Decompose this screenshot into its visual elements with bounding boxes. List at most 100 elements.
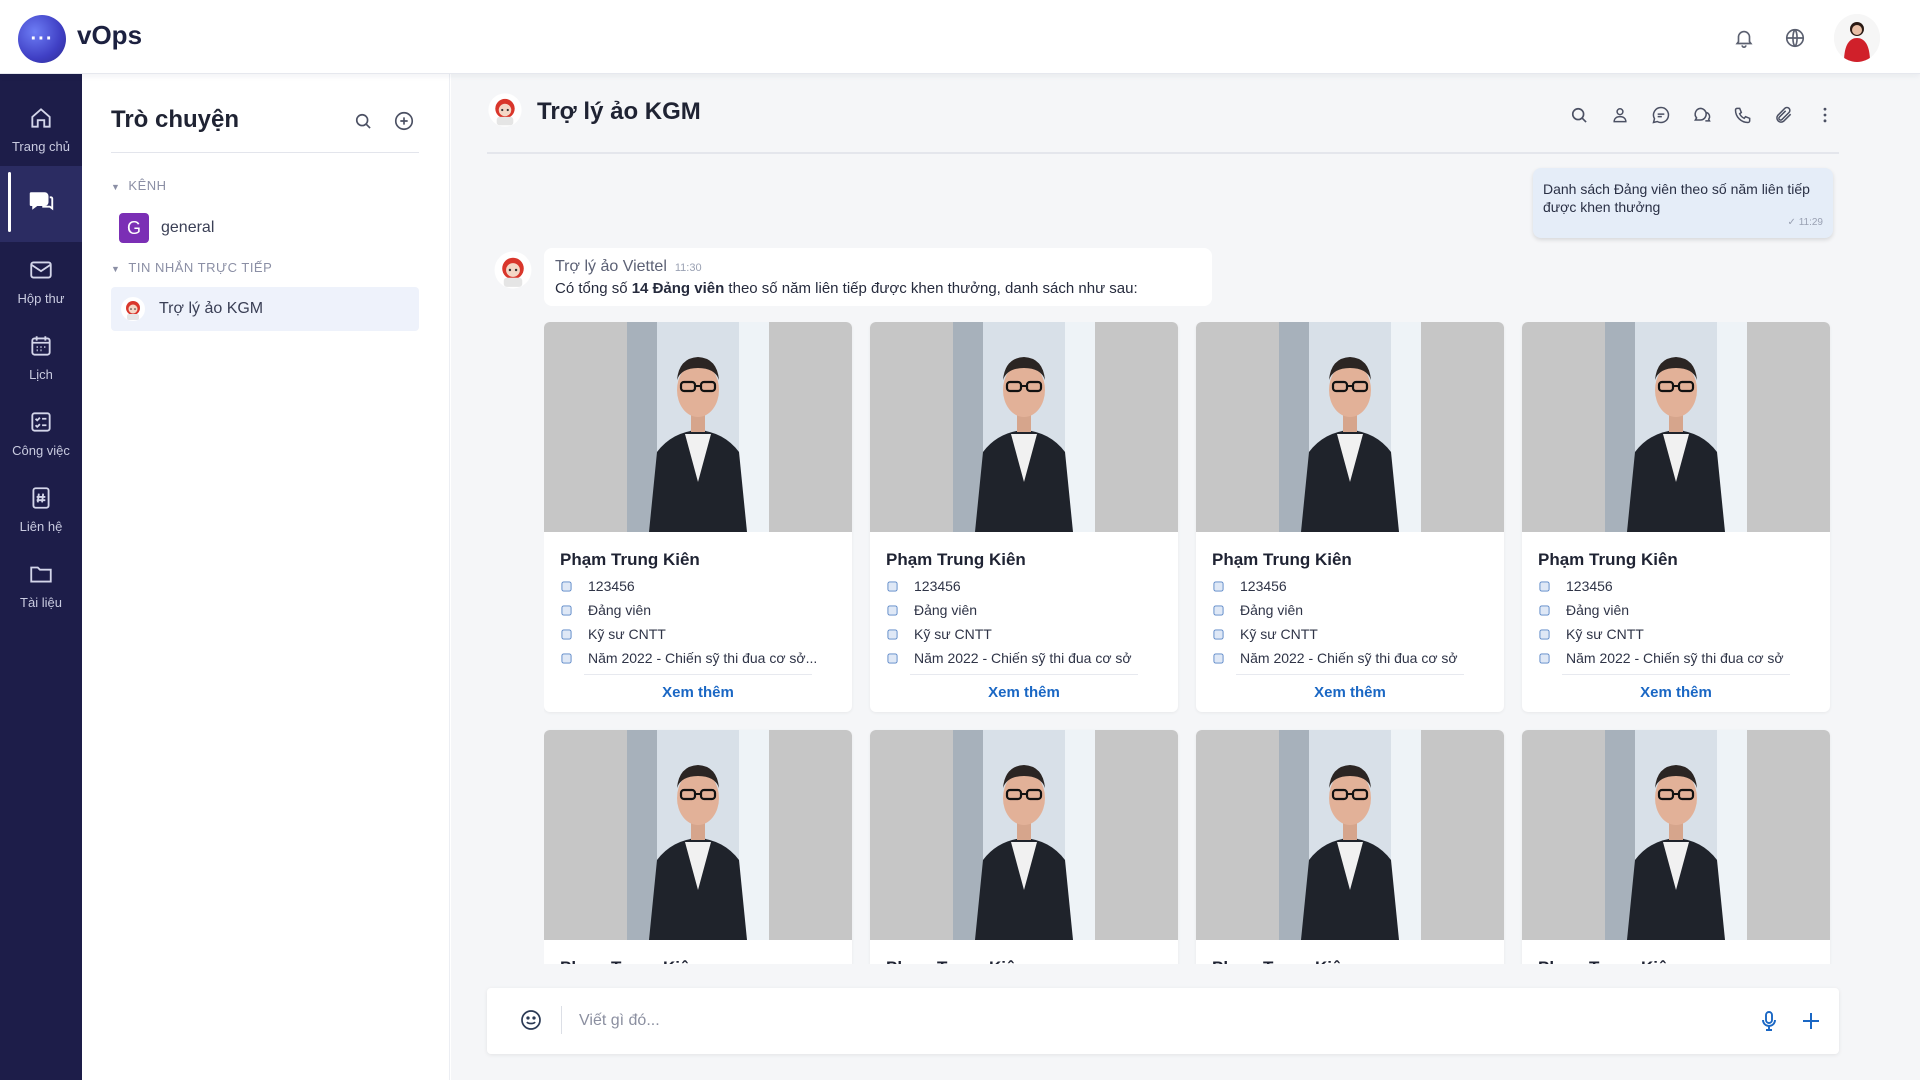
incoming-message[interactable]: Trợ lý ảo Viettel 11:30 Có tổng số 14 Đản… <box>544 248 1212 306</box>
channel-badge: G <box>119 213 149 243</box>
card-divider <box>1236 674 1464 675</box>
id-icon <box>1538 580 1550 592</box>
discussion-icon[interactable] <box>1689 102 1715 128</box>
member-card[interactable]: Phạm Trung Kiên123456Đảng viênKỹ sư CNTT… <box>1522 730 1830 964</box>
member-award: Năm 2022 - Chiến sỹ thi đua cơ sở <box>886 650 1166 666</box>
nav-calendar[interactable]: Lịch <box>0 318 82 394</box>
member-name: Phạm Trung Kiên <box>560 958 700 964</box>
member-name: Phạm Trung Kiên <box>886 550 1026 569</box>
more-vertical-icon[interactable] <box>1812 102 1838 128</box>
bot-avatar-icon <box>119 295 147 323</box>
chat-bubble-icon[interactable] <box>1648 102 1674 128</box>
award-icon <box>1538 652 1550 664</box>
member-id: 123456 <box>560 578 840 594</box>
chat-title: Trợ lý ảo KGM <box>537 98 701 125</box>
see-more-link[interactable]: Xem thêm <box>1522 684 1830 701</box>
nav-documents[interactable]: Tài liệu <box>0 546 82 622</box>
globe-icon[interactable] <box>1781 24 1809 52</box>
id-icon <box>886 580 898 592</box>
add-attachment-icon[interactable] <box>1799 1009 1823 1033</box>
member-role-value: Đảng viên <box>1240 602 1304 618</box>
bot-avatar-icon <box>487 92 523 128</box>
app-logo[interactable]: ··· <box>18 15 66 63</box>
user-avatar[interactable] <box>1834 14 1880 62</box>
section-channels-label: KÊNH <box>128 178 167 193</box>
nav-contacts[interactable]: Liên hệ <box>0 470 82 546</box>
emoji-icon[interactable] <box>519 1008 543 1032</box>
member-card[interactable]: Phạm Trung Kiên123456Đảng viênKỹ sư CNTT… <box>1196 322 1504 712</box>
sidebar-item-label: Trợ lý ảo KGM <box>159 300 264 317</box>
phone-icon[interactable] <box>1730 102 1756 128</box>
card-divider <box>910 674 1138 675</box>
incoming-message-text: Có tổng số 14 Đảng viên theo số năm liên… <box>555 280 1201 297</box>
search-icon[interactable] <box>1566 102 1592 128</box>
message-composer <box>487 988 1839 1054</box>
member-card[interactable]: Phạm Trung Kiên123456Đảng viênKỹ sư CNTT… <box>1196 730 1504 964</box>
microphone-icon[interactable] <box>1757 1008 1781 1034</box>
nav-mail[interactable]: Hộp thư <box>0 242 82 318</box>
message-time: 11:30 <box>674 262 702 274</box>
id-icon <box>1212 580 1224 592</box>
nav-tasks[interactable]: Công việc <box>0 394 82 470</box>
member-role-value: Đảng viên <box>914 602 978 618</box>
member-title: Kỹ sư CNTT <box>1212 626 1492 642</box>
award-icon <box>560 652 572 664</box>
member-title-value: Kỹ sư CNTT <box>914 626 992 642</box>
see-more-link[interactable]: Xem thêm <box>870 684 1178 701</box>
member-id-value: 123456 <box>1566 578 1613 594</box>
member-card[interactable]: Phạm Trung Kiên 123456 Đảng viên Kỹ sư CNTT… <box>870 322 1178 712</box>
search-icon[interactable] <box>350 108 376 134</box>
sidebar-item-kgm-assistant[interactable]: Trợ lý ảo KGM <box>111 287 419 331</box>
member-title: Kỹ sư CNTT <box>560 626 840 642</box>
calendar-icon <box>26 331 56 361</box>
member-card[interactable]: Phạm Trung Kiên123456Đảng viênKỹ sư CNTT… <box>544 322 852 712</box>
member-photo <box>544 730 852 940</box>
nav-home[interactable]: Trang chủ <box>0 90 82 166</box>
member-id: 123456 <box>1538 578 1818 594</box>
member-award: Năm 2022 - Chiến sỹ thi đua cơ sở <box>1212 650 1492 666</box>
member-name: Phạm Trung Kiên <box>1212 958 1352 964</box>
member-photo <box>544 322 852 532</box>
member-photo <box>1522 322 1830 532</box>
member-photo <box>1522 730 1830 940</box>
message-input[interactable] <box>579 1005 1679 1037</box>
member-role: Đảng viên <box>1212 602 1492 618</box>
member-id-value: 123456 <box>914 578 961 594</box>
member-card[interactable]: Phạm Trung Kiên123456Đảng viênKỹ sư CNTT… <box>1522 322 1830 712</box>
nav-chat[interactable] <box>0 166 82 242</box>
see-more-link[interactable]: Xem thêm <box>1196 684 1504 701</box>
outgoing-message[interactable]: Danh sách Đảng viên theo số năm liên tiế… <box>1533 168 1833 238</box>
member-photo <box>1196 322 1504 532</box>
member-title: Kỹ sư CNTT <box>1538 626 1818 642</box>
section-channels[interactable]: ▼ KÊNH <box>111 178 167 193</box>
member-role-value: Đảng viên <box>588 602 652 618</box>
member-card[interactable]: Phạm Trung Kiên123456Đảng viênKỹ sư CNTT… <box>544 730 852 964</box>
member-award-value: Năm 2022 - Chiến sỹ thi đua cơ sở... <box>588 650 818 666</box>
attachment-icon[interactable] <box>1771 102 1797 128</box>
outgoing-message-text: Danh sách Đảng viên theo số năm liên tiế… <box>1543 181 1810 215</box>
see-more-link[interactable]: Xem thêm <box>544 684 852 701</box>
user-icon[interactable] <box>1607 102 1633 128</box>
member-card[interactable]: Phạm Trung Kiên123456Đảng viênKỹ sư CNTT… <box>870 730 1178 964</box>
member-title: Kỹ sư CNTT <box>886 626 1166 642</box>
member-id: 123456 <box>886 578 1166 594</box>
member-id-value: 123456 <box>588 578 635 594</box>
contact-icon <box>26 483 56 513</box>
caret-down-icon: ▼ <box>111 182 121 192</box>
member-photo <box>1196 730 1504 940</box>
sidebar-item-general[interactable]: G general <box>111 206 419 250</box>
bot-avatar[interactable] <box>493 250 533 290</box>
mail-icon <box>26 255 56 285</box>
sender-name: Trợ lý ảo Viettel <box>555 258 667 275</box>
section-direct-messages[interactable]: ▼ TIN NHẮN TRỰC TIẾP <box>111 260 272 275</box>
nav-home-label: Trang chủ <box>11 138 71 154</box>
party-member-icon <box>886 604 898 616</box>
member-id-value: 123456 <box>1240 578 1287 594</box>
bell-icon[interactable] <box>1730 24 1758 52</box>
add-conversation-icon[interactable] <box>391 108 417 134</box>
nav-contacts-label: Liên hệ <box>19 518 63 534</box>
member-award-value: Năm 2022 - Chiến sỹ thi đua cơ sở <box>1566 650 1784 666</box>
member-award-value: Năm 2022 - Chiến sỹ thi đua cơ sở <box>1240 650 1458 666</box>
conversation-sidebar: Trò chuyện ▼ KÊNH G general ▼ TIN NHẮN TRỰ… <box>82 74 450 1080</box>
member-name: Phạm Trung Kiên <box>886 958 1026 964</box>
